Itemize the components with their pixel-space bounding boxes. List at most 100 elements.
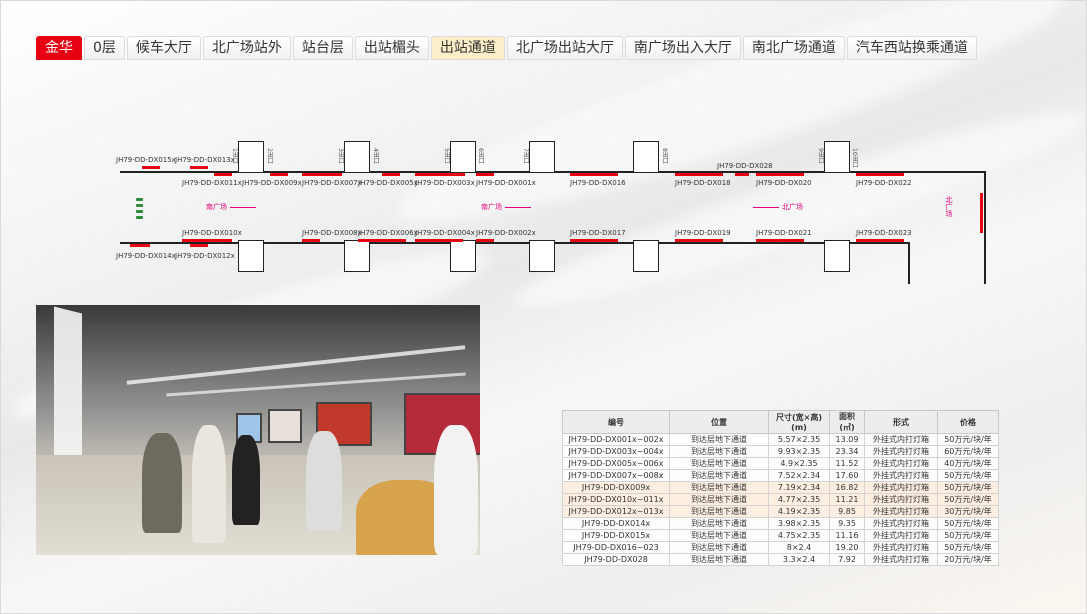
table-cell: 到达层地下通道 bbox=[669, 433, 769, 446]
photo-person bbox=[192, 425, 226, 543]
tab-south-plaza-hall[interactable]: 南广场出入大厅 bbox=[624, 36, 741, 60]
table-cell: 外挂式内打灯箱 bbox=[864, 529, 938, 542]
ad-code: JH79-DD-DX018 bbox=[675, 179, 731, 187]
ad-position-marker bbox=[415, 239, 463, 242]
table-cell: JH79-DD-DX005x~006x bbox=[562, 457, 670, 470]
table-cell: 4.77×2.35 bbox=[768, 493, 830, 506]
ad-position-marker bbox=[756, 173, 804, 176]
ad-code: JH79-DD-DX016 bbox=[570, 179, 626, 187]
ad-code: JH79-DD-DX011x bbox=[182, 179, 242, 187]
tab-north-south-passage[interactable]: 南北广场通道 bbox=[742, 36, 845, 60]
stair-bottom bbox=[344, 240, 370, 272]
ad-code: JH79-DD-DX004x bbox=[415, 229, 475, 237]
ad-code: JH79-DD-DX012x bbox=[175, 252, 235, 260]
direction-south-plaza: 南广场 bbox=[481, 202, 534, 212]
table-cell: 11.21 bbox=[829, 493, 865, 506]
table-row: JH79-DD-DX012x~013x 到达层地下通道 4.19×2.35 9.85 外… bbox=[562, 505, 999, 518]
ad-position-marker bbox=[756, 239, 804, 242]
table-cell: 外挂式内打灯箱 bbox=[864, 433, 938, 446]
table-cell: 50万元/块/年 bbox=[937, 517, 999, 530]
arrow-left-icon bbox=[230, 206, 256, 208]
ad-position-marker bbox=[382, 173, 400, 176]
tab-jinhua[interactable]: 金华 bbox=[36, 36, 82, 60]
direction-north-plaza-vertical: 北广场 bbox=[945, 196, 953, 217]
passage-photo bbox=[36, 305, 480, 555]
table-cell: JH79-DD-DX015x bbox=[562, 529, 670, 542]
table-cell: 7.19×2.34 bbox=[768, 481, 830, 494]
table-row: JH79-DD-DX009x 到达层地下通道 7.19×2.34 16.82 外挂式内打… bbox=[562, 481, 999, 494]
table-cell: 外挂式内打灯箱 bbox=[864, 481, 938, 494]
table-cell: 9.85 bbox=[829, 505, 865, 518]
table-row: JH79-DD-DX003x~004x 到达层地下通道 9.93×2.35 23.34… bbox=[562, 445, 999, 458]
table-cell: JH79-DD-DX007x~008x bbox=[562, 469, 670, 482]
green-marker bbox=[136, 216, 143, 219]
table-cell: JH79-DD-DX012x~013x bbox=[562, 505, 670, 518]
ad-code: JH79-DD-DX010x bbox=[182, 229, 242, 237]
stair-bottom bbox=[824, 240, 850, 272]
table-cell: 4.19×2.35 bbox=[768, 505, 830, 518]
table-cell: 外挂式内打灯箱 bbox=[864, 457, 938, 470]
table-cell: 11.16 bbox=[829, 529, 865, 542]
tab-waiting-hall[interactable]: 候车大厅 bbox=[126, 36, 201, 60]
direction-north-plaza: 北广场 bbox=[750, 202, 803, 212]
table-cell: 7.92 bbox=[829, 553, 865, 566]
tab-level-0[interactable]: 0层 bbox=[84, 36, 125, 60]
photo-person bbox=[142, 433, 182, 533]
ad-position-marker bbox=[190, 166, 208, 169]
ad-position-marker bbox=[182, 239, 232, 242]
exit-label: 8出口 bbox=[661, 148, 668, 164]
table-row: JH79-DD-DX001x~002x 到达层地下通道 5.57×2.35 13.09… bbox=[562, 433, 999, 446]
tab-west-bus-transfer[interactable]: 汽车西站换乘通道 bbox=[846, 36, 977, 60]
table-cell: JH79-DD-DX003x~004x bbox=[562, 445, 670, 458]
table-cell: JH79-DD-DX016~023 bbox=[562, 541, 670, 554]
col-header-price: 价格 bbox=[937, 410, 999, 434]
ad-position-marker bbox=[415, 173, 465, 176]
table-cell: 5.57×2.35 bbox=[768, 433, 830, 446]
tab-exit-lintel[interactable]: 出站楣头 bbox=[354, 36, 429, 60]
table-cell: 外挂式内打灯箱 bbox=[864, 541, 938, 554]
ad-position-marker bbox=[214, 173, 232, 176]
table-cell: JH79-DD-DX001x~002x bbox=[562, 433, 670, 446]
tab-north-plaza-outside[interactable]: 北广场站外 bbox=[202, 36, 291, 60]
photo-person bbox=[232, 435, 260, 525]
exit-label: 4出口 bbox=[372, 148, 379, 164]
stair-top bbox=[529, 141, 555, 173]
tab-platform-level[interactable]: 站台层 bbox=[292, 36, 353, 60]
price-table: 编号 位置 尺寸(宽×高)(m) 面积(㎡) 形式 价格 JH79-DD-DX0… bbox=[562, 410, 999, 566]
ad-code: JH79-DD-DX028 bbox=[717, 162, 773, 170]
ad-code: JH79-DD-DX020 bbox=[756, 179, 812, 187]
tab-exit-passage[interactable]: 出站通道 bbox=[430, 36, 505, 60]
price-table-body: JH79-DD-DX001x~002x 到达层地下通道 5.57×2.35 13.09… bbox=[562, 433, 999, 566]
tab-north-plaza-exit-hall[interactable]: 北广场出站大厅 bbox=[506, 36, 623, 60]
table-row: JH79-DD-DX014x 到达层地下通道 3.98×2.35 9.35 外挂式内打灯… bbox=[562, 517, 999, 530]
table-cell: 到达层地下通道 bbox=[669, 529, 769, 542]
table-cell: JH79-DD-DX014x bbox=[562, 517, 670, 530]
ad-position-marker bbox=[675, 173, 723, 176]
stair-bottom bbox=[529, 240, 555, 272]
table-cell: 到达层地下通道 bbox=[669, 481, 769, 494]
table-cell: 外挂式内打灯箱 bbox=[864, 505, 938, 518]
table-cell: 50万元/块/年 bbox=[937, 493, 999, 506]
ad-code: JH79-DD-DX005x bbox=[358, 179, 418, 187]
col-header-form: 形式 bbox=[864, 410, 938, 434]
stair-top bbox=[824, 141, 850, 173]
ad-code: JH79-DD-DX022 bbox=[856, 179, 912, 187]
ad-code: JH79-DD-DX017 bbox=[570, 229, 626, 237]
plan-wall-right bbox=[984, 171, 986, 284]
ad-position-marker bbox=[856, 173, 904, 176]
table-cell: 到达层地下通道 bbox=[669, 469, 769, 482]
stair-bottom bbox=[633, 240, 659, 272]
stair-bottom bbox=[238, 240, 264, 272]
table-cell: 50万元/块/年 bbox=[937, 529, 999, 542]
table-cell: 50万元/块/年 bbox=[937, 541, 999, 554]
table-cell: 50万元/块/年 bbox=[937, 481, 999, 494]
table-cell: 到达层地下通道 bbox=[669, 445, 769, 458]
table-row: JH79-DD-DX028 到达层地下通道 3.3×2.4 7.92 外挂式内打灯箱 20… bbox=[562, 553, 999, 566]
ad-position-marker bbox=[130, 244, 150, 247]
arrow-right-icon bbox=[753, 206, 779, 208]
table-cell: 30万元/块/年 bbox=[937, 505, 999, 518]
location-tab-bar: 金华 0层 候车大厅 北广场站外 站台层 出站楣头 出站通道 北广场出站大厅 南… bbox=[36, 36, 977, 60]
direction-label: 南广场 bbox=[481, 203, 502, 211]
table-cell: 到达层地下通道 bbox=[669, 541, 769, 554]
col-header-size: 尺寸(宽×高)(m) bbox=[768, 410, 830, 434]
